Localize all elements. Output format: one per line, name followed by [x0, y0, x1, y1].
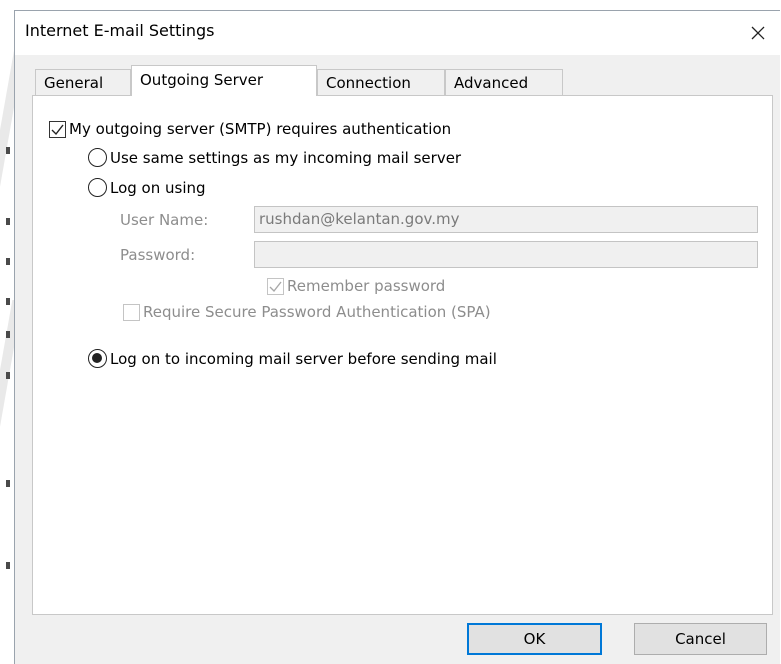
password-label: Password:: [120, 246, 196, 264]
background-mark: [6, 218, 10, 225]
auth-required-checkbox[interactable]: [49, 120, 66, 138]
remember-password-checkbox[interactable]: [267, 277, 284, 295]
outgoing-server-panel: My outgoing server (SMTP) requires authe…: [32, 95, 773, 615]
same-settings-label: Use same settings as my incoming mail se…: [110, 148, 462, 167]
same-settings-radio[interactable]: [88, 148, 107, 167]
password-field[interactable]: [254, 241, 758, 268]
user-name-label: User Name:: [120, 211, 209, 229]
remember-password-label: Remember password: [287, 277, 446, 295]
log-on-using-label: Log on using: [110, 178, 206, 197]
background-mark: [6, 331, 10, 338]
tab-label: Advanced: [454, 74, 529, 92]
same-settings-option[interactable]: Use same settings as my incoming mail se…: [88, 148, 461, 167]
auth-required-label: My outgoing server (SMTP) requires authe…: [69, 120, 452, 138]
log-on-incoming-option[interactable]: Log on to incoming mail server before se…: [88, 349, 497, 368]
ok-button[interactable]: OK: [467, 623, 602, 655]
remember-password-option[interactable]: Remember password: [267, 277, 445, 295]
spa-label: Require Secure Password Authentication (…: [143, 303, 491, 321]
background-mark: [6, 298, 10, 305]
checkmark-icon: [51, 124, 64, 135]
user-name-field[interactable]: rushdan@kelantan.gov.my: [254, 206, 758, 233]
log-on-using-radio[interactable]: [88, 178, 107, 197]
background-mark: [6, 147, 10, 154]
dialog-title: Internet E-mail Settings: [25, 21, 215, 40]
spa-checkbox[interactable]: [123, 303, 140, 321]
checkmark-icon: [269, 281, 282, 292]
close-button[interactable]: [736, 11, 780, 55]
tab-outgoing-server[interactable]: Outgoing Server: [131, 65, 317, 96]
spa-option[interactable]: Require Secure Password Authentication (…: [123, 303, 491, 321]
tab-connection[interactable]: Connection: [317, 69, 445, 95]
internet-email-settings-dialog: Internet E-mail Settings General Outgoin…: [14, 10, 780, 664]
tab-advanced[interactable]: Advanced: [445, 69, 563, 95]
tab-general[interactable]: General: [35, 69, 131, 95]
log-on-incoming-label: Log on to incoming mail server before se…: [110, 349, 497, 368]
close-icon: [751, 26, 765, 40]
background-mark: [6, 562, 10, 569]
background-window: [0, 0, 26, 664]
background-mark: [6, 258, 10, 265]
background-mark: [6, 372, 10, 379]
log-on-incoming-radio[interactable]: [88, 349, 107, 368]
background-mark: [6, 480, 10, 487]
log-on-using-option[interactable]: Log on using: [88, 178, 206, 197]
title-bar[interactable]: Internet E-mail Settings: [15, 11, 780, 55]
tab-label: Connection: [326, 74, 411, 92]
auth-required-option[interactable]: My outgoing server (SMTP) requires authe…: [49, 120, 451, 138]
cancel-button[interactable]: Cancel: [634, 623, 767, 655]
tab-label: Outgoing Server: [140, 71, 264, 89]
tab-label: General: [44, 74, 104, 92]
